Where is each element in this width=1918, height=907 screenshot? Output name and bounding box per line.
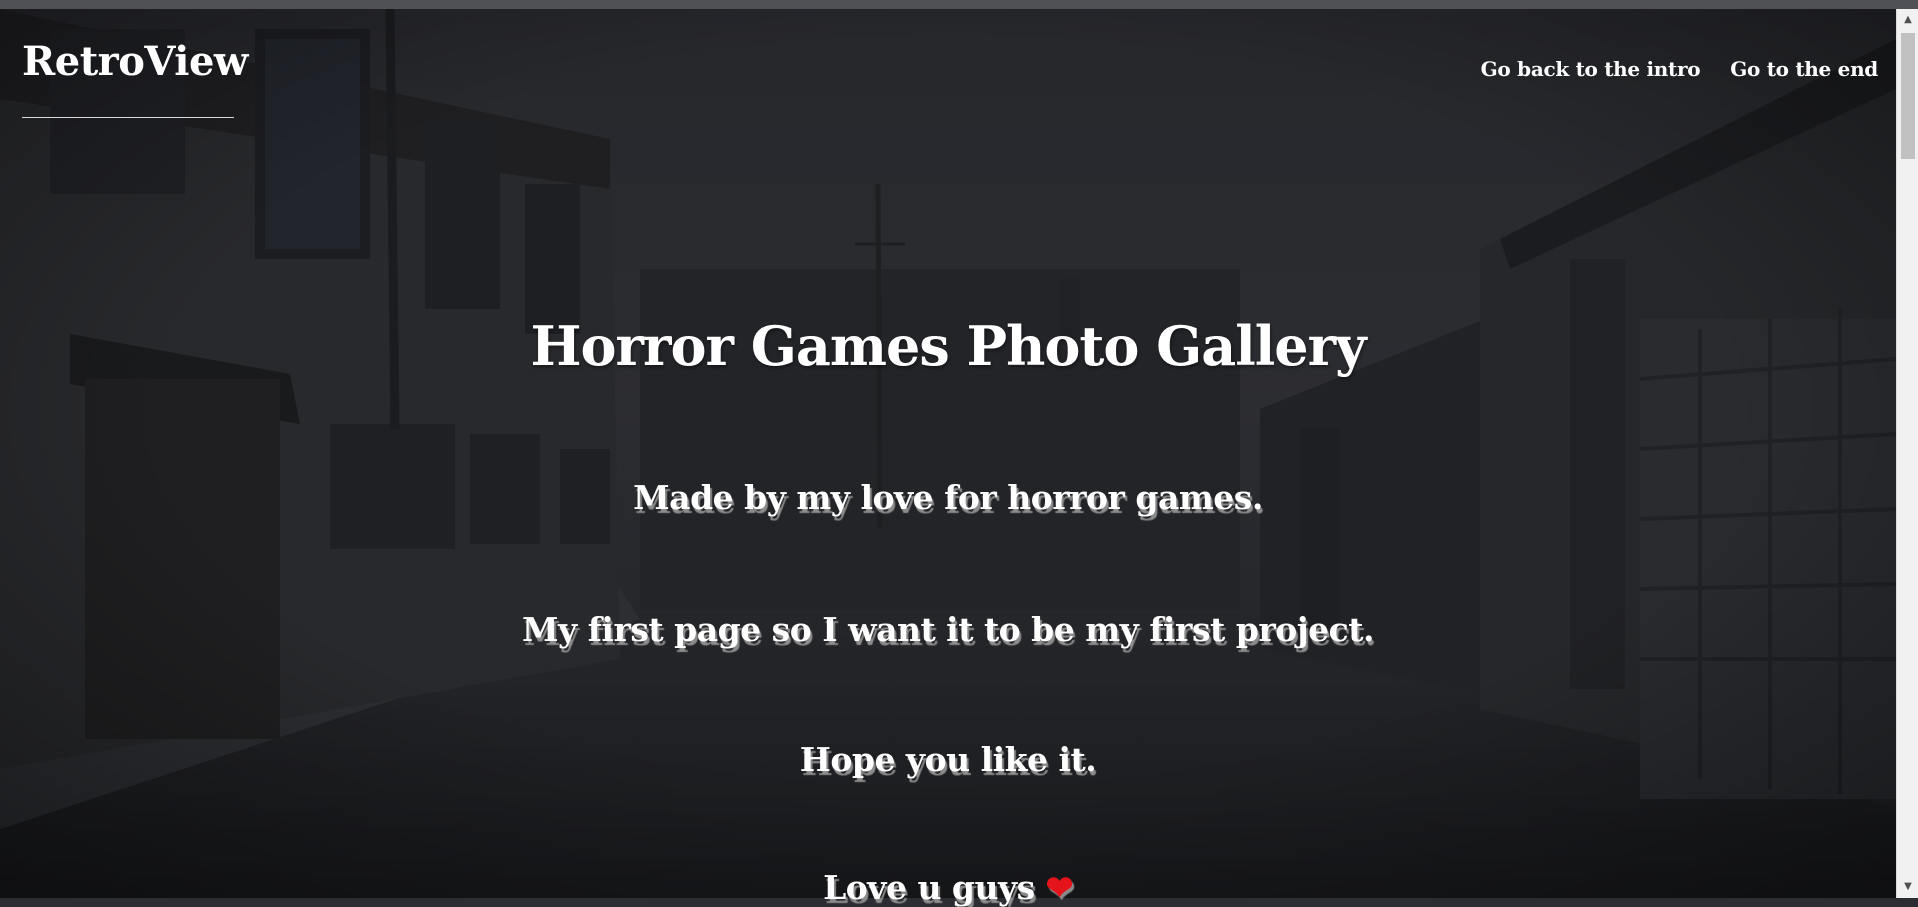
intro-line-2: My first page so I want it to be my firs…: [522, 610, 1374, 649]
heart-icon: ❤: [1045, 868, 1074, 907]
scrollbar-thumb[interactable]: [1901, 33, 1915, 159]
intro-line-4-text: Love u guys: [823, 868, 1035, 907]
logo-underline: [22, 117, 234, 118]
page-title: Horror Games Photo Gallery: [530, 314, 1367, 378]
intro-line-4: Love u guys ❤: [0, 868, 1896, 907]
intro-line-3: Hope you like it.: [799, 740, 1097, 779]
scrollbar[interactable]: ▲ ▼: [1896, 9, 1918, 898]
site-logo[interactable]: RetroView: [22, 38, 248, 85]
scroll-up-arrow-icon[interactable]: ▲: [1897, 9, 1918, 31]
top-nav: Go back to the intro Go to the end: [1481, 57, 1879, 81]
intro-line-1: Made by my love for horror games.: [633, 478, 1263, 517]
scroll-down-arrow-icon[interactable]: ▼: [1897, 876, 1918, 898]
nav-link-intro[interactable]: Go back to the intro: [1481, 57, 1701, 81]
nav-link-end[interactable]: Go to the end: [1730, 57, 1878, 81]
